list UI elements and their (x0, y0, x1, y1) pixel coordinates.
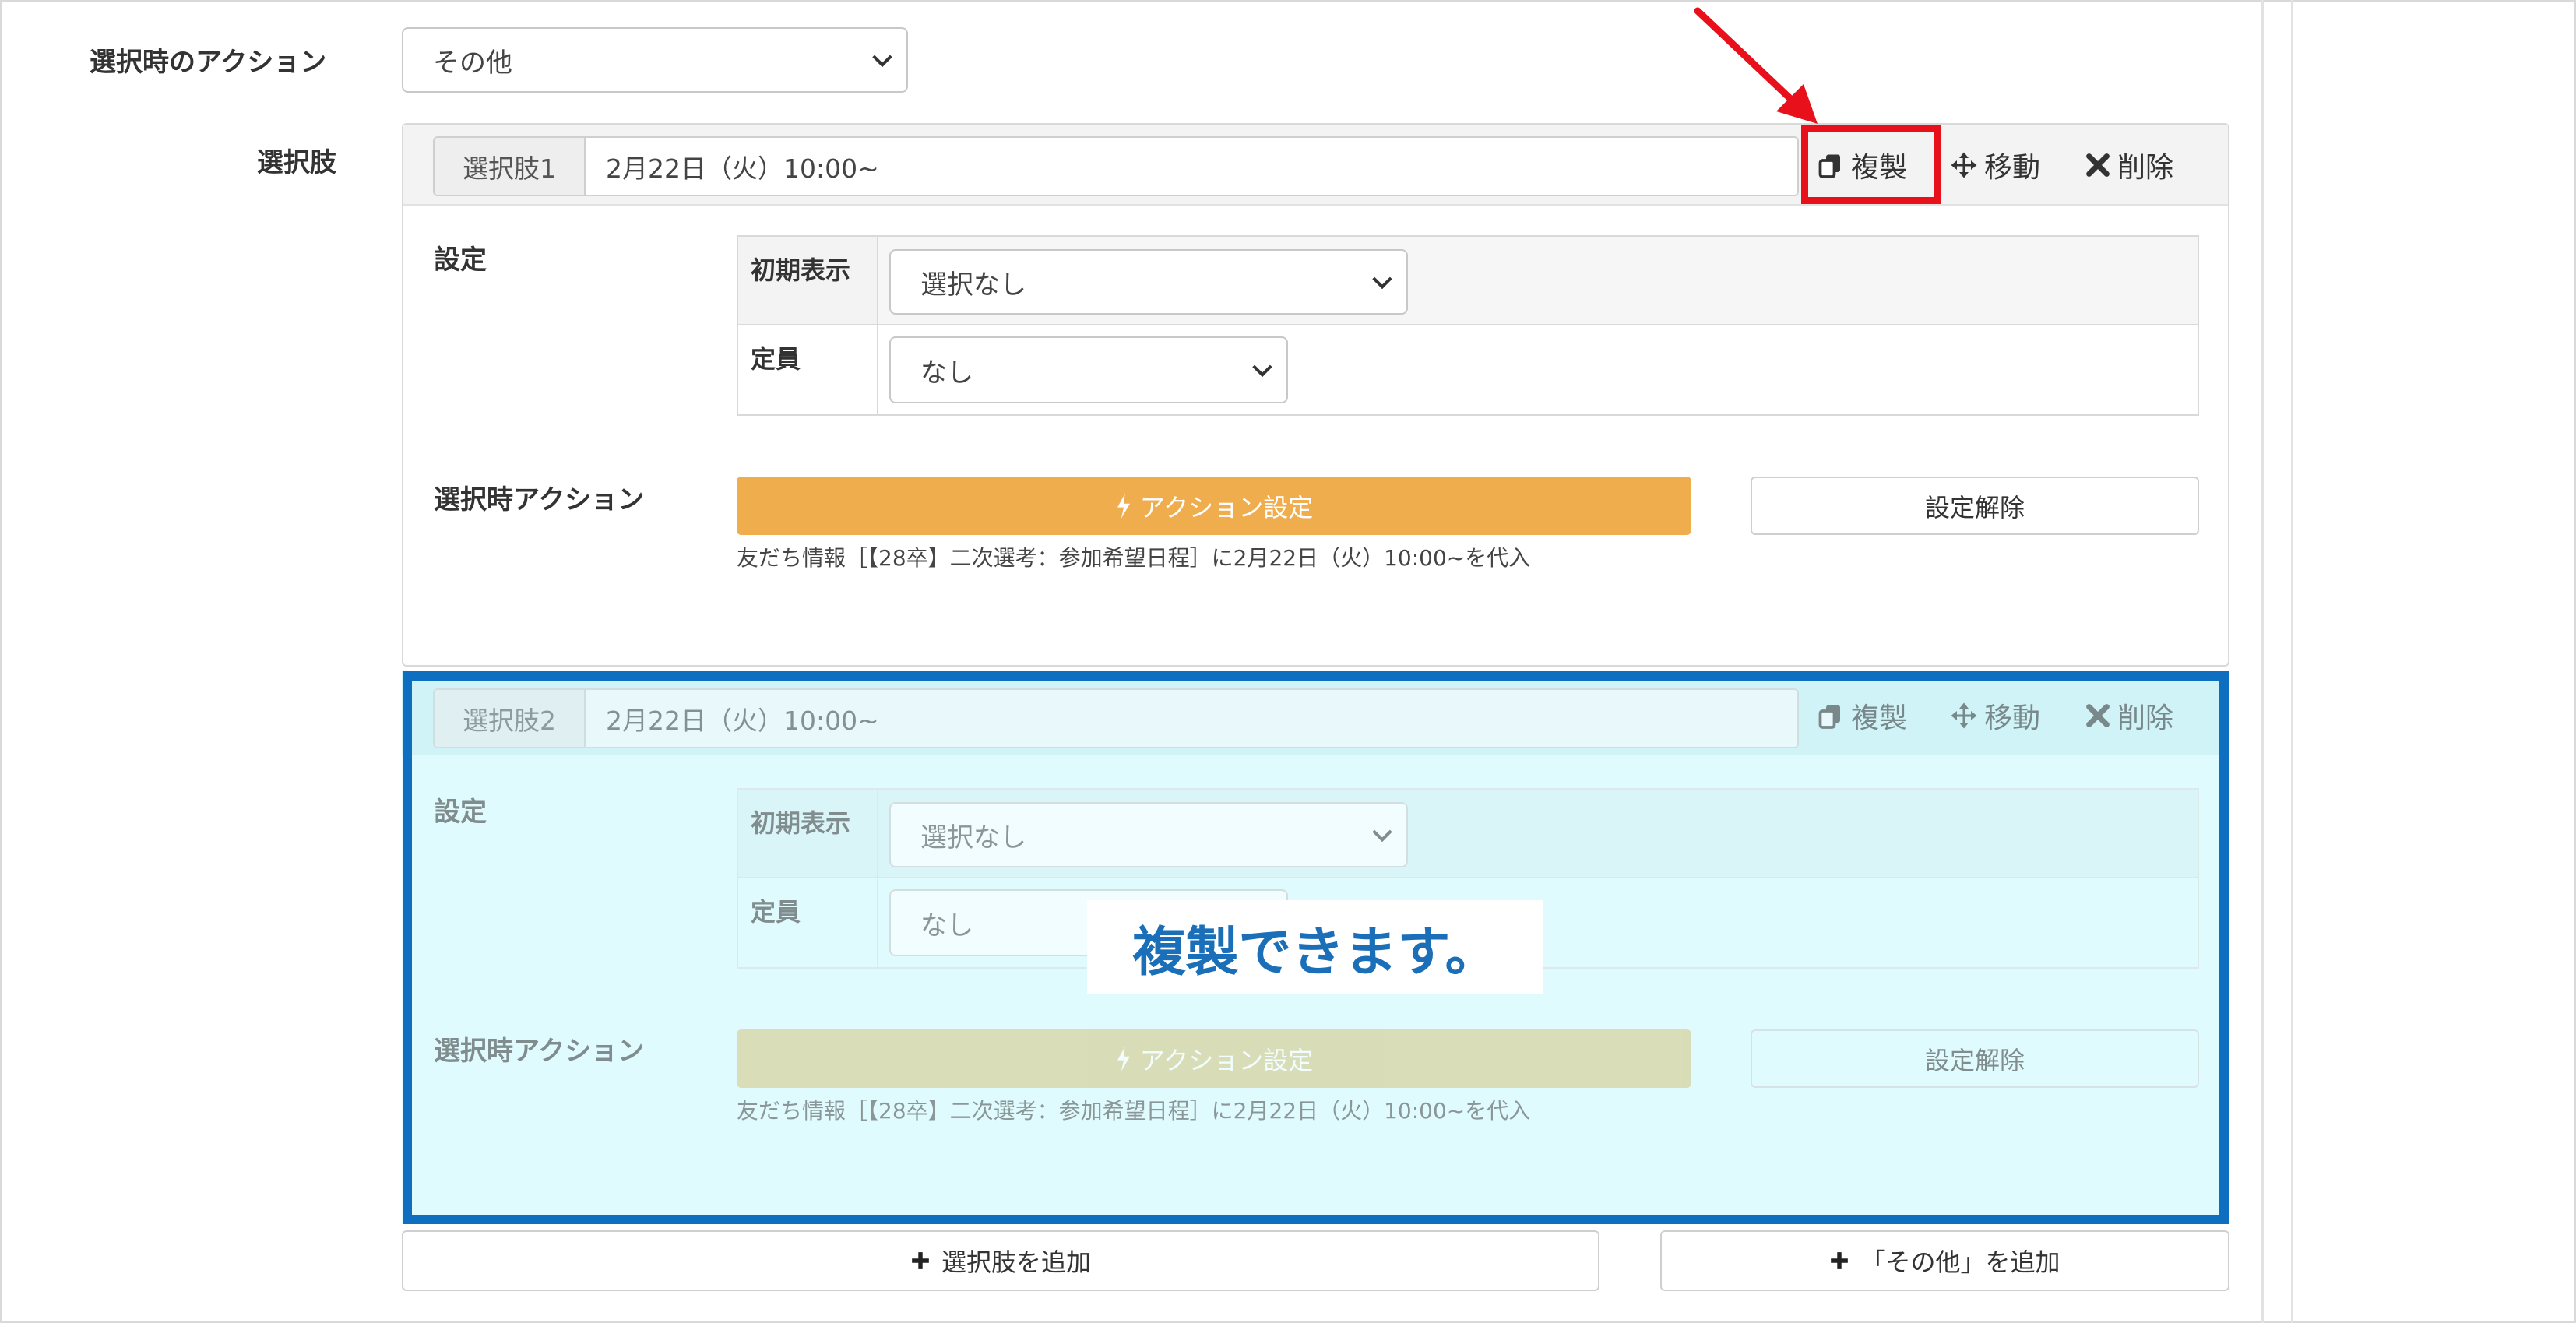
delete-button[interactable]: 削除 (2085, 142, 2173, 188)
action-on-select-label: 選択時のアクション (90, 47, 327, 78)
settings-label: 設定 (434, 245, 487, 276)
choice-name-value: 2月22日（火）10:00~ (606, 153, 879, 184)
capacity-select[interactable]: なし (889, 336, 1288, 403)
plus-icon (912, 1252, 929, 1269)
choices-label: 選択肢 (257, 147, 336, 178)
delete-label: 削除 (2117, 152, 2174, 184)
action-settings-button[interactable]: アクション設定 (737, 477, 1691, 535)
settings-table: 初期表示 選択なし 定員 なし (737, 235, 2199, 416)
red-arrow-icon (1694, 7, 1818, 124)
column-divider (2261, 0, 2264, 1323)
action-settings-label: アクション設定 (1139, 492, 1314, 523)
capacity-value: なし (920, 357, 973, 389)
add-other-label: 「その他」を追加 (1860, 1247, 2060, 1277)
plus-icon (1831, 1252, 1849, 1269)
close-icon (2086, 153, 2110, 177)
action-on-select-dropdown[interactable]: その他 (402, 27, 908, 93)
move-button[interactable]: 移動 (1950, 142, 2040, 188)
bolt-icon (1117, 493, 1130, 519)
on-select-action-label: 選択時アクション (434, 484, 645, 515)
clear-settings-label: 設定解除 (1924, 492, 2025, 523)
column-divider (2291, 0, 2293, 1323)
duplicate-highlight-box (1801, 125, 1941, 204)
table-row: 初期表示 選択なし (738, 237, 2198, 325)
move-label: 移動 (1984, 152, 2041, 184)
callout-label: 複製できます。 (1087, 900, 1543, 994)
capacity-label: 定員 (738, 325, 878, 414)
table-row: 定員 なし (738, 325, 2198, 414)
chevron-down-icon (872, 47, 892, 68)
action-note: 友だち情報［【28卒】二次選考：参加希望日程］に2月22日（火）10:00~を代… (737, 545, 1531, 571)
add-other-button[interactable]: 「その他」を追加 (1660, 1230, 2229, 1291)
add-choice-button[interactable]: 選択肢を追加 (402, 1230, 1599, 1291)
choice-name-input-1[interactable]: 選択肢1 2月22日（火）10:00~ (433, 136, 1799, 196)
move-icon (1951, 152, 1977, 178)
initial-display-label: 初期表示 (738, 237, 878, 324)
action-on-select-value: その他 (433, 47, 512, 79)
choice-addon: 選択肢1 (435, 138, 586, 195)
add-choice-label: 選択肢を追加 (941, 1247, 1091, 1277)
chevron-down-icon (1372, 269, 1392, 290)
initial-display-select[interactable]: 選択なし (889, 249, 1408, 315)
initial-display-value: 選択なし (920, 269, 1026, 301)
chevron-down-icon (1252, 357, 1272, 378)
clear-settings-button[interactable]: 設定解除 (1751, 477, 2199, 535)
